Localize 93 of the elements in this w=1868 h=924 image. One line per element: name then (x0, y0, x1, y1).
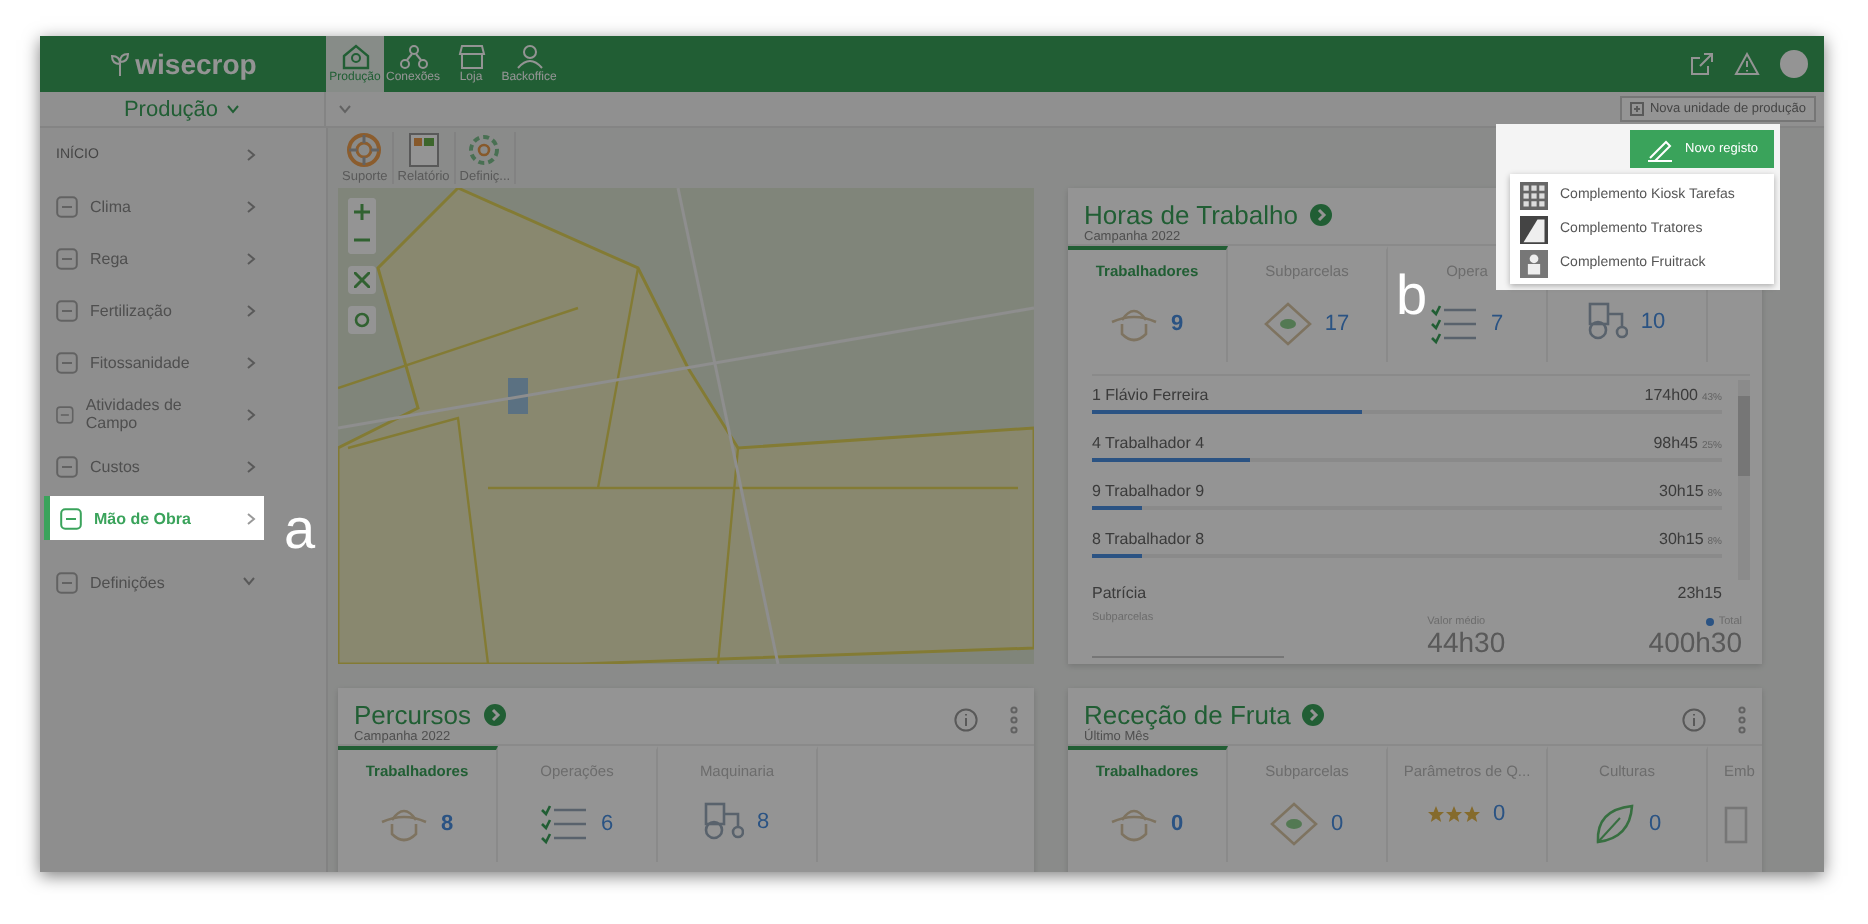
kebab-menu-icon[interactable] (1738, 706, 1746, 734)
sidebar-item[interactable]: Fertilização (40, 284, 264, 336)
stat-value: 44h30 (1427, 627, 1506, 658)
stars-icon (1428, 804, 1481, 824)
chevron-right-icon (246, 408, 256, 422)
hours-value: 30h15 (1659, 482, 1704, 500)
export-icon[interactable] (1690, 52, 1714, 76)
count-value: 7 (1490, 312, 1504, 336)
outline-icon (56, 571, 78, 593)
worker-name: 8 Trabalhador 8 (1092, 530, 1205, 548)
count-value: 0 (1330, 812, 1344, 836)
plot-icon (1264, 302, 1313, 346)
chevron-right-icon (246, 512, 256, 526)
checklist-icon (1430, 302, 1479, 346)
grid-icon (1520, 181, 1548, 209)
outline-icon (60, 507, 82, 529)
outline-icon (56, 299, 78, 321)
logo-text: wisecrop (135, 48, 257, 80)
nodes-icon (399, 44, 427, 70)
sprout-icon (109, 52, 130, 76)
leaf-icon (1592, 802, 1637, 846)
warning-icon[interactable] (1734, 52, 1760, 76)
arrow-circle-icon[interactable] (1309, 204, 1332, 226)
count-value: 8 (756, 809, 770, 833)
outline-icon (56, 351, 78, 373)
chevron-right-icon (246, 304, 256, 318)
plus-box-icon (1629, 102, 1644, 116)
tractor-icon (704, 802, 745, 840)
chevron-down-icon (242, 576, 256, 586)
arrow-circle-icon[interactable] (483, 704, 506, 726)
chevron-down-icon (338, 104, 352, 114)
chevron-right-icon (246, 148, 256, 162)
hours-value: 174h00 (1644, 386, 1698, 404)
outline-icon (56, 403, 74, 425)
hours-value: 30h15 (1659, 530, 1704, 548)
sidebar-item[interactable]: Custos (40, 440, 264, 492)
sidebar-item[interactable]: Clima (40, 180, 264, 232)
locate-button[interactable] (348, 306, 376, 334)
hours-value: 98h45 (1653, 434, 1698, 452)
stat-value: 400h30 (1648, 627, 1742, 658)
sidebar-item[interactable]: Rega (40, 232, 264, 284)
count-value: 6 (600, 812, 614, 836)
chevron-right-icon (246, 356, 256, 370)
legend-dot (1706, 617, 1715, 626)
count-value: 8 (440, 812, 454, 836)
worker-name: 9 Trabalhador 9 (1092, 482, 1205, 500)
report-icon (407, 132, 440, 168)
card-title: Percursos (354, 700, 472, 730)
scrollbar[interactable] (1738, 380, 1750, 580)
kebab-menu-icon[interactable] (1010, 706, 1018, 734)
target-icon (354, 312, 370, 328)
unit-selector[interactable]: Produção (40, 92, 326, 126)
sidebar-item[interactable]: Definições (40, 556, 264, 608)
info-icon[interactable] (954, 708, 978, 732)
chevron-right-icon (246, 200, 256, 214)
tractor-icon (1588, 302, 1629, 340)
count-value: 0 (1170, 812, 1184, 836)
count-value: 9 (1170, 312, 1184, 336)
annotation-letter: b (1396, 272, 1428, 320)
info-icon[interactable] (1682, 708, 1706, 732)
outline-icon (56, 455, 78, 477)
outline-icon (56, 247, 78, 269)
avatar[interactable] (1780, 50, 1808, 78)
house-icon (341, 44, 369, 70)
sidebar-item[interactable]: Atividades de Campo (40, 388, 264, 440)
card-title: Horas de Trabalho (1084, 200, 1298, 230)
chevron-down-icon (226, 104, 241, 114)
annotation-letter: a (284, 506, 316, 554)
worker-name: 4 Trabalhador 4 (1092, 434, 1205, 452)
plus-icon (354, 204, 370, 220)
count-value: 0 (1648, 812, 1662, 836)
gear-icon (466, 132, 503, 168)
worker-name: 1 Flávio Ferreira (1092, 386, 1209, 404)
hours-value: 23h15 (1677, 583, 1722, 601)
plot-icon (1270, 802, 1319, 846)
lifebuoy-icon (346, 132, 383, 168)
person-icon (515, 44, 543, 70)
worker-name: Patrícia (1092, 583, 1147, 601)
sidebar-item[interactable]: Mão de Obra (44, 496, 264, 540)
count-value: 0 (1492, 802, 1506, 826)
store-icon (457, 44, 485, 70)
pencil-icon (1645, 137, 1673, 161)
card-title: Receção de Fruta (1084, 700, 1291, 730)
outline-icon (56, 195, 78, 217)
zoom-in-button[interactable] (348, 198, 376, 226)
count-value: 10 (1640, 309, 1666, 333)
checklist-icon (540, 802, 589, 846)
chevron-right-icon (246, 460, 256, 474)
count-value: 17 (1324, 312, 1350, 336)
chevron-right-icon (246, 252, 256, 266)
sidebar-item[interactable]: Fitossanidade (40, 336, 264, 388)
arrow-circle-icon[interactable] (1302, 704, 1325, 726)
box-icon (1724, 802, 1748, 846)
